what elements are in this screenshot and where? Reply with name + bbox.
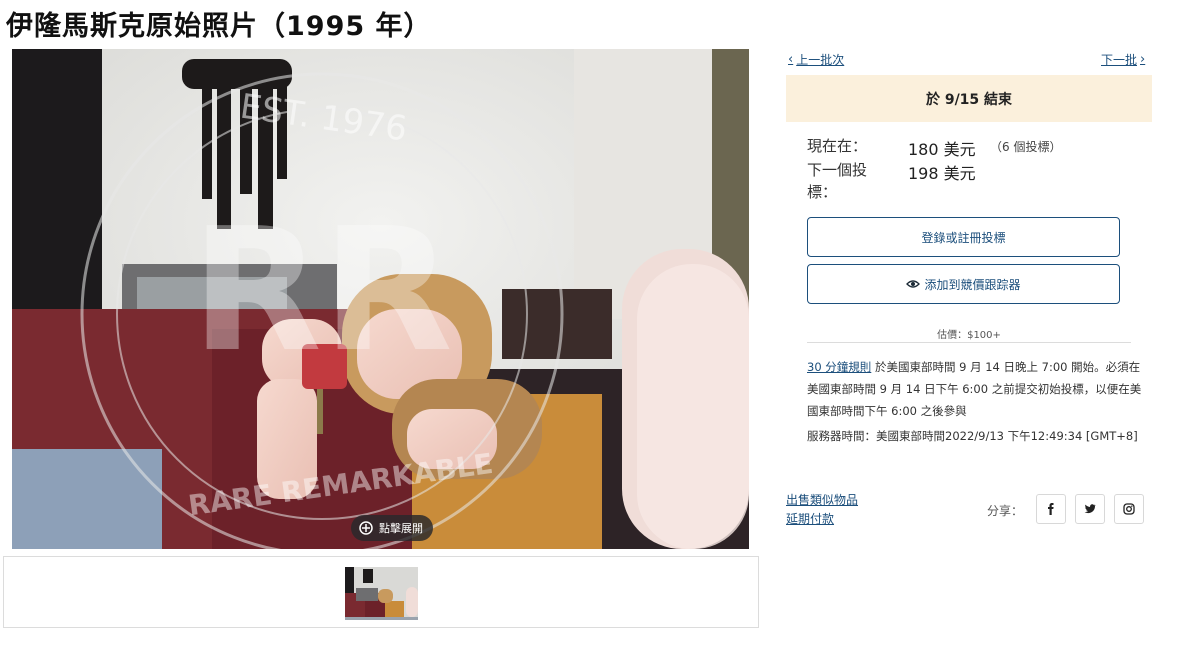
current-bid-value: 180 美元 xyxy=(908,140,976,159)
bid-count: （6 個投標） xyxy=(990,140,1062,154)
next-lot-link[interactable]: 下一批 › xyxy=(1101,51,1145,68)
expand-label: 點擊展開 xyxy=(379,522,423,535)
server-time: 服務器時間：美國東部時間2022/9/13 下午12:49:34 [GMT+8] xyxy=(807,429,1138,443)
register-bid-label: 登錄或註冊投標 xyxy=(921,230,1006,245)
share-twitter-button[interactable] xyxy=(1075,494,1105,524)
deferred-payment-link[interactable]: 延期付款 xyxy=(786,510,834,527)
photo-illustration: EST. 1976 RR RARE REMARKABLE xyxy=(12,49,749,549)
divider xyxy=(807,342,1131,343)
thumbnail-illustration xyxy=(345,567,418,617)
facebook-icon xyxy=(1048,503,1054,515)
chevron-right-icon: › xyxy=(1140,52,1146,67)
auction-end-banner: 於 9/15 結束 xyxy=(786,75,1152,122)
current-bid-label: 現在在： xyxy=(807,137,868,155)
page-title: 伊隆馬斯克原始照片（1995 年） xyxy=(6,11,432,42)
next-lot-label: 下一批 xyxy=(1101,53,1138,67)
next-bid-label: 下一個投標： xyxy=(807,161,868,201)
share-instagram-button[interactable] xyxy=(1114,494,1144,524)
prev-lot-label: 上一批次 xyxy=(796,53,845,67)
chevron-left-icon: ‹ xyxy=(788,52,794,67)
bid-tracker-label: 添加到競價跟踪器 xyxy=(924,277,1021,292)
bid-tracker-button[interactable]: 添加到競價跟踪器 xyxy=(807,264,1120,304)
thumbnail-strip xyxy=(3,556,759,628)
instagram-icon xyxy=(1123,503,1135,515)
rule-link[interactable]: 30 分鐘規則 xyxy=(807,360,871,374)
thumbnail-image[interactable] xyxy=(345,567,418,620)
share-label: 分享： xyxy=(987,504,1024,518)
next-bid-value: 198 美元 xyxy=(908,164,976,183)
watermark-monogram: RR xyxy=(191,192,453,390)
expand-photo-button[interactable]: 點擊展開 xyxy=(351,515,433,541)
twitter-icon xyxy=(1084,504,1096,514)
estimate-text: 估價：$100+ xyxy=(937,330,1001,341)
rule-paragraph: 30 分鐘規則 於美國東部時間 9 月 14 日晚上 7:00 開始。必須在美國… xyxy=(807,356,1147,422)
main-photo[interactable]: EST. 1976 RR RARE REMARKABLE 點擊展開 xyxy=(12,49,749,549)
plus-circle-icon xyxy=(359,521,373,535)
prev-lot-link[interactable]: ‹ 上一批次 xyxy=(788,51,844,68)
eye-icon xyxy=(906,280,921,288)
share-facebook-button[interactable] xyxy=(1036,494,1066,524)
similar-items-link[interactable]: 出售類似物品 xyxy=(786,491,858,508)
register-bid-button[interactable]: 登錄或註冊投標 xyxy=(807,217,1120,257)
